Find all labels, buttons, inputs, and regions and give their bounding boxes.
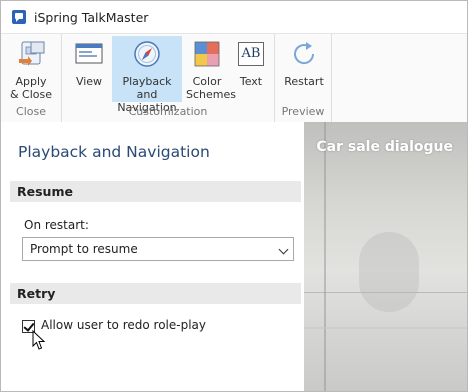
redo-roleplay-label[interactable]: Allow user to redo role-play xyxy=(41,318,206,332)
on-restart-label: On restart: xyxy=(24,218,89,232)
apply-close-label-2: & Close xyxy=(9,88,53,101)
on-restart-select[interactable]: Prompt to resume xyxy=(22,237,294,261)
panel-title: Playback and Navigation xyxy=(18,143,210,161)
text-icon-glyph: AB xyxy=(238,42,264,66)
apply-close-label-1: Apply xyxy=(15,75,47,88)
preview-title: Car sale dialogue xyxy=(316,139,453,155)
resume-section-header: Resume xyxy=(10,181,301,202)
color-schemes-label-2: Schemes xyxy=(186,88,236,101)
view-button[interactable]: View xyxy=(70,36,108,102)
on-restart-selected-value: Prompt to resume xyxy=(30,242,138,256)
view-label: View xyxy=(75,75,103,88)
preview-frame-line xyxy=(304,327,467,329)
chevron-down-icon xyxy=(278,244,289,255)
group-preview: Restart Preview xyxy=(275,34,332,122)
restart-icon xyxy=(289,39,319,69)
text-label: Text xyxy=(239,75,263,88)
playback-navigation-button[interactable]: Playback and Navigation xyxy=(112,36,182,114)
settings-panel: Playback and Navigation Resume On restar… xyxy=(1,122,304,391)
mouse-cursor-icon xyxy=(32,330,46,350)
retry-section-header: Retry xyxy=(10,283,301,304)
color-schemes-label-1: Color xyxy=(192,75,222,88)
group-label-customization: Customization xyxy=(128,105,208,118)
preview-frame-line xyxy=(324,122,326,391)
app-window: iSpring TalkMaster Apply & Close Close V… xyxy=(0,0,468,392)
apply-close-icon xyxy=(16,39,46,69)
window-title: iSpring TalkMaster xyxy=(34,9,149,25)
preview-background-shape xyxy=(359,232,419,312)
restart-button[interactable]: Restart xyxy=(283,36,325,102)
text-button[interactable]: AB Text xyxy=(232,36,270,102)
title-bar: iSpring TalkMaster xyxy=(1,1,467,33)
color-schemes-button[interactable]: Color Schemes xyxy=(186,36,236,102)
color-schemes-icon xyxy=(192,39,222,69)
app-icon xyxy=(12,10,26,24)
group-close: Apply & Close Close xyxy=(1,34,62,122)
restart-label: Restart xyxy=(284,75,324,88)
ribbon: Apply & Close Close View Playback and Na… xyxy=(1,33,467,123)
text-style-icon: AB xyxy=(236,39,266,69)
compass-icon xyxy=(132,39,162,69)
preview-pane: Car sale dialogue xyxy=(304,122,467,391)
group-label-close: Close xyxy=(16,105,46,118)
apply-close-button[interactable]: Apply & Close xyxy=(5,36,57,102)
playback-label-1: Playback and xyxy=(122,75,172,101)
group-customization: View Playback and Navigation Color Schem… xyxy=(62,34,275,122)
view-icon xyxy=(74,39,104,69)
group-label-preview: Preview xyxy=(281,105,325,118)
